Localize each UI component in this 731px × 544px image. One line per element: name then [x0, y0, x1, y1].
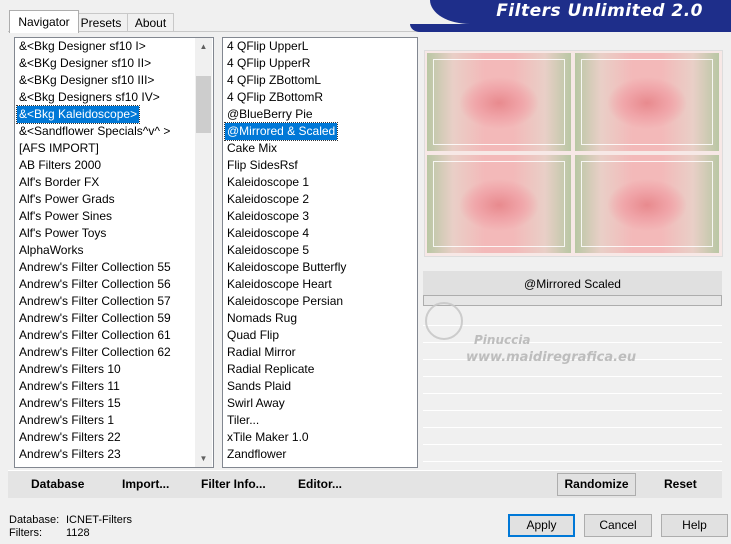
banner-underline: [410, 24, 731, 32]
filter-item[interactable]: 4 QFlip ZBottomL: [227, 72, 321, 89]
category-item[interactable]: &<Bkg Kaleidoscope>: [15, 105, 141, 124]
preview-tile: [427, 53, 571, 151]
filter-item[interactable]: Kaleidoscope Heart: [227, 276, 332, 293]
category-item[interactable]: Alf's Power Toys: [19, 225, 106, 242]
category-item[interactable]: Andrew's Filter Collection 61: [19, 327, 171, 344]
banner-title: Filters Unlimited 2.0: [496, 1, 703, 21]
filter-item[interactable]: Kaleidoscope 4: [227, 225, 309, 242]
preview-tile: [575, 53, 719, 151]
parameter-row: [423, 428, 722, 445]
database-button[interactable]: Database: [31, 477, 84, 491]
category-item[interactable]: Andrew's Filter Collection 62: [19, 344, 171, 361]
filter-item[interactable]: Flip SidesRsf: [227, 157, 298, 174]
category-item[interactable]: Andrew's Filter Collection 56: [19, 276, 171, 293]
filter-item[interactable]: Kaleidoscope Butterfly: [227, 259, 346, 276]
filter-item[interactable]: Cake Mix: [227, 140, 277, 157]
database-label: Database:: [9, 514, 60, 526]
filter-item[interactable]: Kaleidoscope 1: [227, 174, 309, 191]
preview-tile: [427, 155, 571, 253]
filter-item[interactable]: Nomads Rug: [227, 310, 297, 327]
scroll-up-arrow-icon[interactable]: ▲: [195, 38, 212, 55]
category-item[interactable]: Alf's Border FX: [19, 174, 99, 191]
filter-item[interactable]: @BlueBerry Pie: [227, 106, 313, 123]
tab-about[interactable]: About: [127, 13, 174, 32]
filter-item[interactable]: Radial Replicate: [227, 361, 314, 378]
category-scrollbar[interactable]: ▲ ▼: [195, 38, 212, 467]
filter-item[interactable]: Sands Plaid: [227, 378, 291, 395]
filter-item[interactable]: 4 QFlip UpperL: [227, 38, 308, 55]
watermark-logo-icon: [425, 302, 463, 340]
category-item[interactable]: AB Filters 2000: [19, 157, 101, 174]
import-button[interactable]: Import...: [122, 477, 169, 491]
filter-item[interactable]: Radial Mirror: [227, 344, 296, 361]
filter-info-button[interactable]: Filter Info...: [201, 477, 266, 491]
category-item[interactable]: Andrew's Filters 11: [19, 378, 120, 395]
filter-item[interactable]: Kaleidoscope 5: [227, 242, 309, 259]
category-item[interactable]: Andrew's Filters 10: [19, 361, 121, 378]
selected-filter-name: @Mirrored Scaled: [524, 277, 621, 291]
category-item[interactable]: Andrew's Filter Collection 57: [19, 293, 171, 310]
tab-navigator[interactable]: Navigator: [9, 10, 79, 33]
category-item[interactable]: Andrew's Filters 22: [19, 429, 121, 446]
filter-list[interactable]: 4 QFlip UpperL 4 QFlip UpperR 4 QFlip ZBot…: [222, 37, 418, 468]
filters-label: Filters:: [9, 527, 42, 539]
parameter-row: [423, 377, 722, 394]
filter-item[interactable]: Kaleidoscope 3: [227, 208, 309, 225]
category-item[interactable]: &<BKg Designer sf10 II>: [19, 55, 151, 72]
filter-item[interactable]: Tiler...: [227, 412, 259, 429]
editor-button[interactable]: Editor...: [298, 477, 342, 491]
category-item[interactable]: AlphaWorks: [19, 242, 83, 259]
watermark-url: www.maidiregrafica.eu: [466, 350, 637, 365]
category-list[interactable]: &<Bkg Designer sf10 I> &<BKg Designer sf1…: [14, 37, 214, 468]
filter-item[interactable]: Kaleidoscope 2: [227, 191, 309, 208]
filter-item[interactable]: @Mirrored & Scaled: [223, 122, 339, 141]
category-item[interactable]: Andrew's Filters 1: [19, 412, 114, 429]
cancel-button[interactable]: Cancel: [584, 514, 652, 537]
filter-item[interactable]: Zandflower: [227, 446, 286, 463]
filter-item[interactable]: xTile Maker 1.0: [227, 429, 309, 446]
filter-item[interactable]: Swirl Away: [227, 395, 285, 412]
category-item[interactable]: Andrew's Filters 15: [19, 395, 121, 412]
reset-button[interactable]: Reset: [664, 477, 697, 491]
category-item[interactable]: &<BKg Designer sf10 III>: [19, 72, 154, 89]
filter-name-panel: @Mirrored Scaled: [423, 271, 722, 297]
category-item[interactable]: Alf's Power Sines: [19, 208, 112, 225]
filter-item[interactable]: 4 QFlip UpperR: [227, 55, 310, 72]
filter-item[interactable]: 4 QFlip ZBottomR: [227, 89, 323, 106]
category-item[interactable]: Andrew's Filter Collection 55: [19, 259, 171, 276]
parameter-row: [423, 326, 722, 343]
scroll-thumb[interactable]: [196, 76, 211, 133]
parameter-slider[interactable]: [423, 295, 722, 306]
database-value: ICNET-Filters: [66, 514, 132, 526]
category-item[interactable]: Andrew's Filters 23: [19, 446, 121, 463]
parameter-row: [423, 394, 722, 411]
scroll-down-arrow-icon[interactable]: ▼: [195, 450, 212, 467]
watermark-name: Pinuccia: [474, 333, 531, 347]
apply-button[interactable]: Apply: [508, 514, 575, 537]
category-item[interactable]: &<Bkg Designer sf10 I>: [19, 38, 146, 55]
filter-item[interactable]: Kaleidoscope Persian: [227, 293, 343, 310]
category-item[interactable]: Andrew's Filter Collection 59: [19, 310, 171, 327]
parameter-row: [423, 309, 722, 326]
banner: Filters Unlimited 2.0: [430, 0, 731, 24]
category-item[interactable]: [AFS IMPORT]: [19, 140, 99, 157]
category-item[interactable]: &<Bkg Designers sf10 IV>: [19, 89, 160, 106]
tab-presets[interactable]: Presets: [73, 13, 129, 32]
parameter-row: [423, 411, 722, 428]
randomize-button[interactable]: Randomize: [557, 473, 636, 496]
preview-tile: [575, 155, 719, 253]
filter-item[interactable]: Quad Flip: [227, 327, 279, 344]
preview-image: [424, 50, 723, 257]
filters-value: 1128: [66, 527, 90, 539]
category-item[interactable]: Alf's Power Grads: [19, 191, 115, 208]
help-button[interactable]: Help: [661, 514, 728, 537]
parameter-row: [423, 445, 722, 462]
category-item[interactable]: &<Sandflower Specials^v^ >: [19, 123, 170, 140]
